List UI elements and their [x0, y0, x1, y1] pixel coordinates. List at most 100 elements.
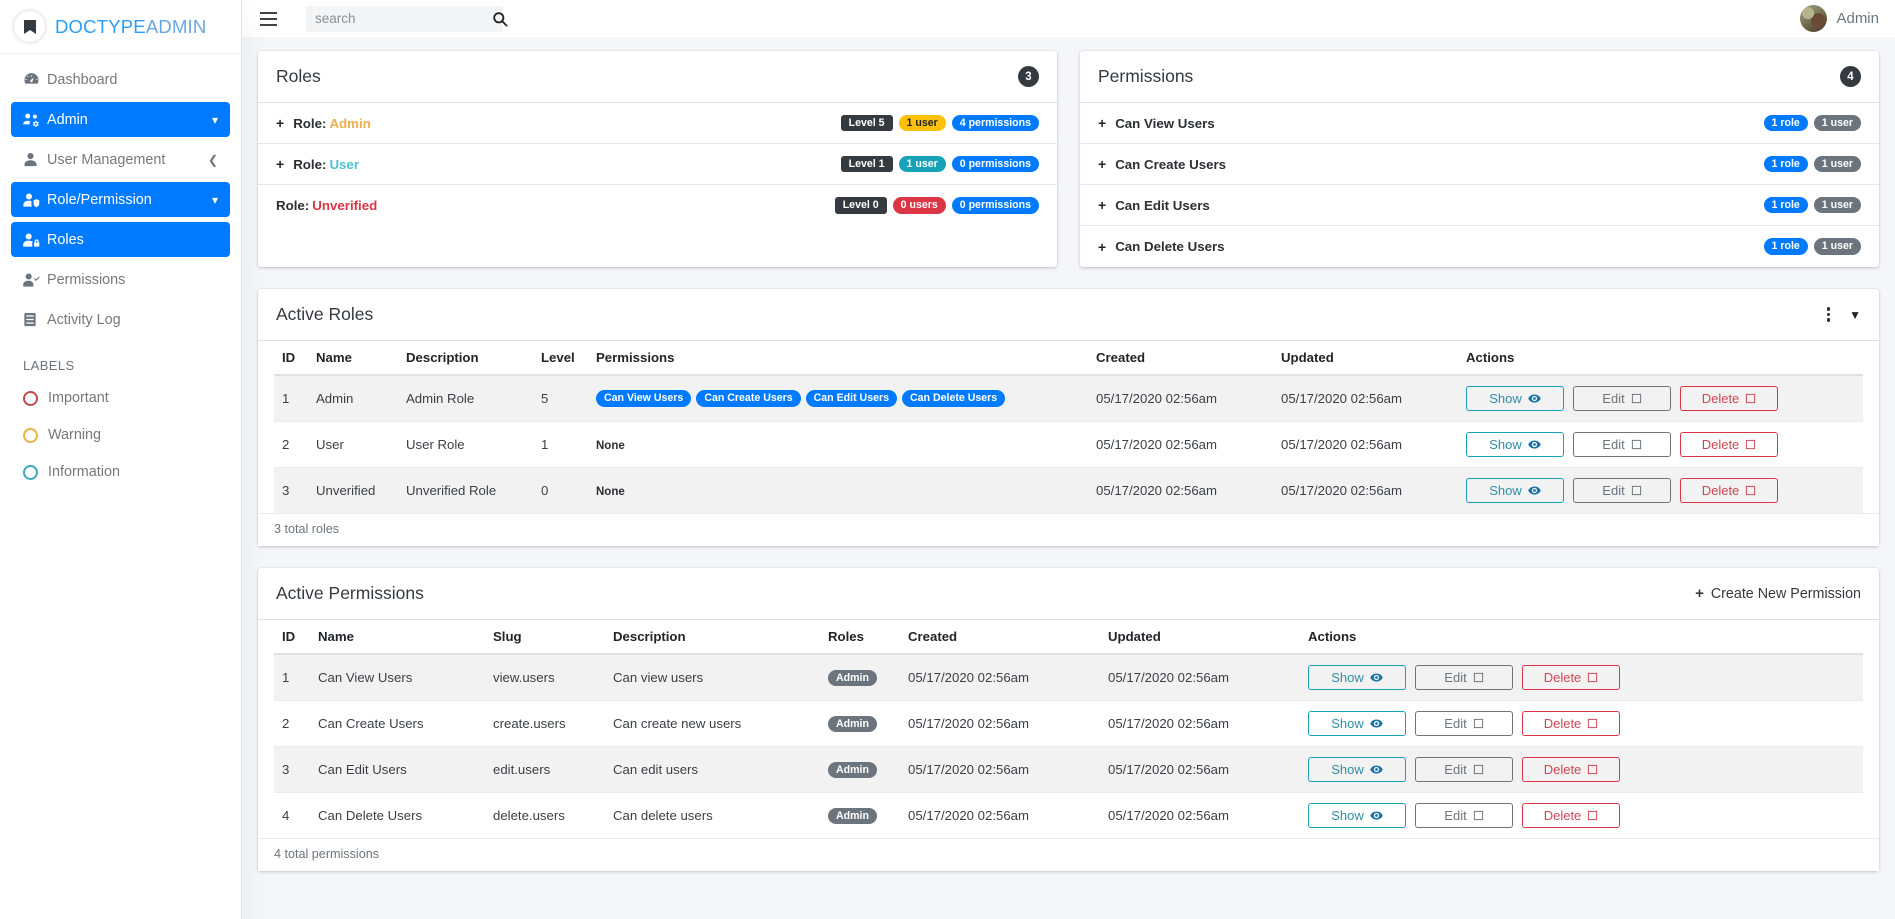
show-button[interactable]: Show	[1466, 478, 1564, 503]
cell-roles: Admin	[820, 653, 900, 701]
show-button[interactable]: Show	[1308, 803, 1406, 828]
actions-group: Show Edit Delete	[1308, 711, 1855, 736]
topbar: Admin	[242, 0, 1895, 37]
cell-description: Admin Role	[398, 374, 533, 422]
cell-name: User	[308, 421, 398, 468]
cell-description: Can view users	[605, 653, 820, 701]
sidebar-label-important[interactable]: Important	[11, 381, 230, 415]
delete-label: Delete	[1701, 483, 1740, 498]
active-roles-title: Active Roles	[276, 304, 374, 324]
eye-icon	[1370, 719, 1383, 728]
brand-text: DOCTYPEADMIN	[55, 16, 206, 38]
cell-name: Can View Users	[310, 653, 485, 701]
delete-button[interactable]: Delete	[1522, 665, 1620, 690]
show-button[interactable]: Show	[1466, 432, 1564, 457]
search-box[interactable]	[306, 5, 508, 32]
cell-id: 3	[274, 746, 310, 793]
delete-button[interactable]: Delete	[1522, 711, 1620, 736]
active-roles-header-tools: ▼	[1822, 305, 1861, 324]
cell-name: Can Edit Users	[310, 746, 485, 793]
cell-updated: 05/17/2020 02:56am	[1100, 792, 1300, 838]
cell-description: Can edit users	[605, 746, 820, 793]
edit-button[interactable]: Edit	[1415, 757, 1513, 782]
show-button[interactable]: Show	[1308, 757, 1406, 782]
sidebar-item-dashboard[interactable]: Dashboard	[11, 62, 230, 97]
edit-button[interactable]: Edit	[1415, 665, 1513, 690]
roles-list-item[interactable]: + Role: Admin Level 5 1 user 4 permission…	[258, 103, 1057, 144]
show-label: Show	[1331, 670, 1364, 685]
sidebar-label-information[interactable]: Information	[11, 455, 230, 489]
edit-button[interactable]: Edit	[1573, 432, 1671, 457]
delete-button[interactable]: Delete	[1680, 478, 1778, 503]
active-permissions-footer: 4 total permissions	[258, 838, 1879, 871]
permissions-card-header: Permissions 4	[1080, 51, 1879, 103]
role-prefix: Role:	[276, 198, 310, 213]
edit-button[interactable]: Edit	[1415, 803, 1513, 828]
permissions-list-item[interactable]: + Can Delete Users 1 role 1 user	[1080, 226, 1879, 267]
brand[interactable]: DOCTYPEADMIN	[0, 0, 241, 54]
doctype-logo-icon	[14, 11, 45, 42]
show-button[interactable]: Show	[1308, 711, 1406, 736]
col-updated: Updated	[1100, 620, 1300, 655]
sidebar-label-text: Information	[48, 464, 120, 480]
plus-icon[interactable]: +	[1098, 115, 1106, 131]
actions-group: Show Edit Delete	[1466, 432, 1855, 457]
permissions-list-item[interactable]: + Can Create Users 1 role 1 user	[1080, 144, 1879, 185]
permissions-list-item[interactable]: + Can Edit Users 1 role 1 user	[1080, 185, 1879, 226]
trash-icon	[1588, 810, 1598, 821]
delete-button[interactable]: Delete	[1522, 803, 1620, 828]
kebab-menu-icon[interactable]	[1822, 305, 1836, 324]
show-button[interactable]: Show	[1466, 386, 1564, 411]
users-cog-icon	[23, 111, 47, 128]
roles-list-item[interactable]: + Role: User Level 1 1 user 0 permissions	[258, 144, 1057, 185]
sidebar-item-activity-log[interactable]: Activity Log	[11, 302, 230, 337]
cell-permissions: None	[588, 421, 1088, 468]
sidebar-label-warning[interactable]: Warning	[11, 418, 230, 452]
edit-button[interactable]: Edit	[1573, 386, 1671, 411]
sidebar-item-label: User Management	[47, 151, 166, 168]
plus-icon[interactable]: +	[1098, 156, 1106, 172]
permissions-list-item[interactable]: + Can View Users 1 role 1 user	[1080, 103, 1879, 144]
cell-updated: 05/17/2020 02:56am	[1273, 374, 1458, 422]
chevron-left-icon[interactable]: ❮	[208, 153, 218, 167]
cell-actions: Show Edit Delete	[1300, 653, 1863, 701]
user-shield-icon	[23, 192, 47, 208]
user-count-badge: 1 user	[1813, 114, 1861, 132]
caret-down-icon[interactable]: ▼	[1849, 308, 1861, 322]
edit-button[interactable]: Edit	[1415, 711, 1513, 736]
pencil-icon	[1473, 764, 1483, 775]
plus-icon[interactable]: +	[1098, 197, 1106, 213]
eye-icon	[1370, 765, 1383, 774]
search-input[interactable]	[315, 11, 492, 26]
user-menu[interactable]: Admin	[1800, 5, 1879, 32]
table-header-row: ID Name Slug Description Roles Created U…	[274, 620, 1863, 655]
sidebar-item-roles[interactable]: Roles	[11, 222, 230, 257]
delete-button[interactable]: Delete	[1680, 432, 1778, 457]
plus-icon[interactable]: +	[276, 115, 284, 131]
plus-icon[interactable]: +	[276, 156, 284, 172]
cell-created: 05/17/2020 02:56am	[1088, 421, 1273, 468]
delete-button[interactable]: Delete	[1522, 757, 1620, 782]
show-button[interactable]: Show	[1308, 665, 1406, 690]
cell-id: 1	[274, 374, 308, 422]
sidebar-item-permissions[interactable]: Permissions	[11, 262, 230, 297]
search-icon[interactable]	[492, 11, 508, 27]
roles-list-item[interactable]: Role: Unverified Level 0 0 users 0 permis…	[258, 185, 1057, 226]
chevron-down-icon[interactable]: ▾	[212, 113, 218, 127]
permissions-badge: 0 permissions	[951, 155, 1039, 173]
role-count-badge: 1 role	[1763, 114, 1808, 132]
delete-button[interactable]: Delete	[1680, 386, 1778, 411]
create-new-permission-button[interactable]: + Create New Permission	[1695, 585, 1861, 602]
chevron-down-icon[interactable]: ▾	[212, 193, 218, 207]
active-roles-footer: 3 total roles	[258, 513, 1879, 546]
edit-button[interactable]: Edit	[1573, 478, 1671, 503]
hamburger-icon[interactable]	[254, 11, 284, 26]
show-label: Show	[1489, 437, 1522, 452]
roles-list: + Role: Admin Level 5 1 user 4 permission…	[258, 103, 1057, 226]
plus-icon[interactable]: +	[1098, 239, 1106, 255]
sidebar-item-role-permission[interactable]: Role/Permission ▾	[11, 182, 230, 217]
sidebar-item-admin[interactable]: Admin ▾	[11, 102, 230, 137]
cell-slug: view.users	[485, 653, 605, 701]
sidebar-item-user-management[interactable]: User Management ❮	[11, 142, 230, 177]
eye-icon	[1370, 673, 1383, 682]
